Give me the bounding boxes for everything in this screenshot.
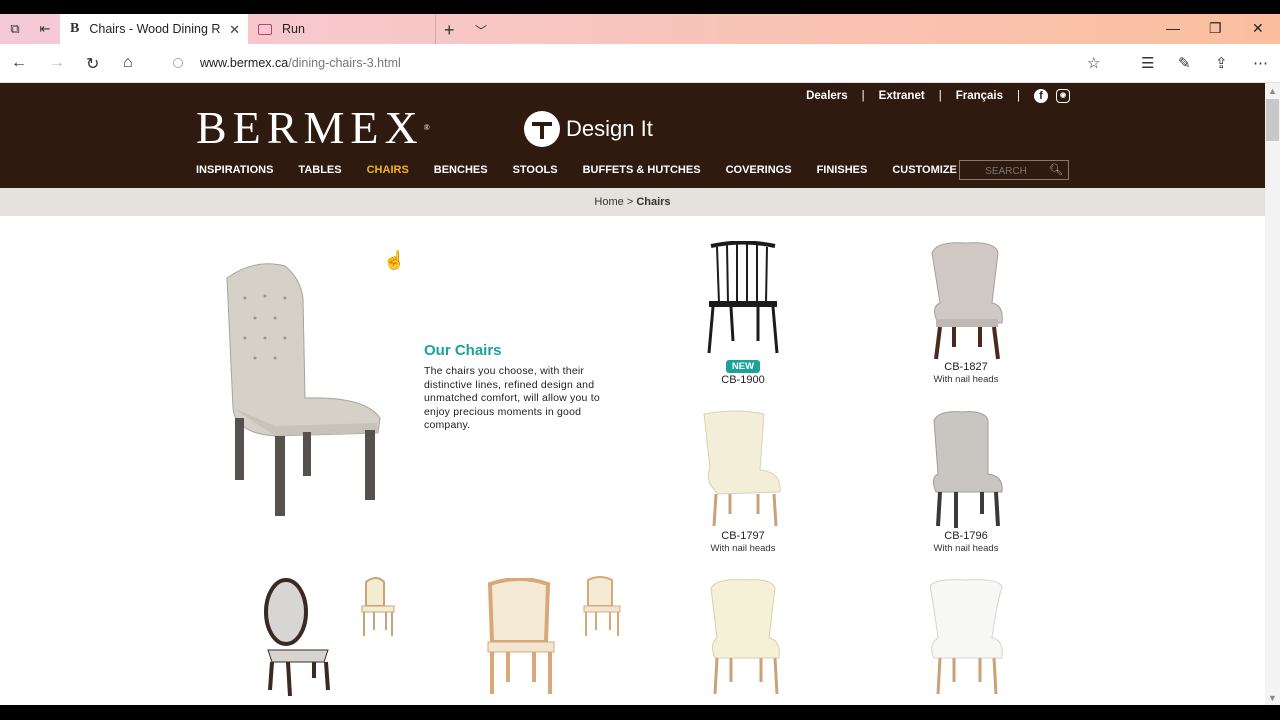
breadcrumb-home[interactable]: Home [594, 196, 623, 208]
web-page: BERMEX® Design It Dealers | Extranet | F… [0, 83, 1265, 705]
window-top-edge [0, 0, 1280, 14]
nav-chairs[interactable]: CHAIRS [367, 164, 409, 176]
separator: | [938, 90, 942, 102]
product-card[interactable]: CB-1797 With nail heads [673, 410, 813, 554]
url-host: www.bermex.ca [200, 56, 289, 70]
table-icon [524, 111, 560, 147]
nav-benches[interactable]: BENCHES [434, 164, 488, 176]
gray-tufted-chair-image [932, 411, 1003, 528]
intro-block: Our Chairs The chairs you choose, with t… [424, 342, 619, 433]
nav-finishes[interactable]: FINISHES [817, 164, 868, 176]
hero-chair-image [226, 263, 381, 516]
search-input[interactable] [960, 161, 1052, 181]
main-nav: INSPIRATIONS TABLES CHAIRS BENCHES STOOL… [196, 164, 982, 176]
scroll-up-icon[interactable]: ▲ [1268, 86, 1277, 96]
breadcrumb-current: Chairs [636, 196, 671, 208]
scroll-thumb[interactable] [1266, 99, 1279, 141]
browser-tab-bar: ⧉ ⇤ B Chairs - Wood Dining R ✕ Run + ﹀ —… [0, 14, 1280, 44]
chevron-down-icon[interactable]: ﹀ [475, 22, 487, 39]
url-field[interactable]: www.bermex.ca/dining-chairs-3.html [200, 56, 401, 70]
product-card[interactable]: CB-1827 With nail heads [896, 241, 1036, 385]
product-code: CB-1827 [944, 361, 988, 373]
intro-title: Our Chairs [424, 342, 502, 359]
nav-customize[interactable]: CUSTOMIZE [892, 164, 957, 176]
product-card[interactable]: NEW CB-1900 [673, 241, 813, 386]
restore-icon[interactable]: ❐ [1209, 20, 1222, 37]
address-toolbar: ← → ↻ ⌂ www.bermex.ca/dining-chairs-3.ht… [0, 44, 1280, 83]
favorite-star-icon[interactable]: ☆ [1087, 54, 1100, 72]
tab-chairs[interactable]: B Chairs - Wood Dining R ✕ [60, 14, 248, 44]
site-info-icon[interactable] [173, 58, 183, 68]
tab-favicon: B [70, 21, 80, 36]
window-icon [258, 23, 272, 35]
separator: | [1017, 90, 1020, 102]
design-it-link[interactable]: Design It [524, 111, 653, 147]
pen-icon[interactable]: ✎ [1178, 54, 1191, 72]
extranet-link[interactable]: Extranet [879, 90, 925, 102]
oval-back-chair-image [264, 578, 330, 697]
new-badge: NEW [725, 360, 761, 373]
product-code: CB-1796 [944, 530, 988, 542]
cream-tufted-chair-image [710, 579, 780, 695]
product-code: CB-1797 [721, 530, 765, 542]
refresh-icon[interactable]: ↻ [86, 54, 99, 74]
product-subtitle: With nail heads [710, 543, 776, 554]
search-box: 🔍︎ [959, 160, 1069, 181]
home-icon[interactable]: ⌂ [123, 54, 133, 72]
armchair-thumb-image [361, 577, 395, 636]
product-subtitle: With nail heads [933, 543, 999, 554]
tab-manager-icon[interactable]: ⧉ [7, 21, 23, 37]
tufted-chair-image [931, 242, 1003, 360]
window-bottom-edge [0, 705, 1280, 720]
search-icon[interactable]: 🔍︎ [1049, 163, 1063, 176]
cream-chair-image [703, 410, 781, 527]
intro-body: The chairs you choose, with their distin… [424, 365, 600, 431]
nav-tables[interactable]: TABLES [298, 164, 341, 176]
facebook-icon[interactable]: f [1034, 89, 1048, 103]
set-aside-tabs-icon[interactable]: ⇤ [37, 21, 53, 37]
new-tab-icon[interactable]: + [444, 20, 455, 41]
favorites-list-icon[interactable]: ☰ [1141, 54, 1154, 72]
nav-inspirations[interactable]: INSPIRATIONS [196, 164, 273, 176]
close-tab-icon[interactable]: ✕ [229, 22, 240, 38]
site-header: BERMEX® Design It Dealers | Extranet | F… [0, 83, 1265, 188]
white-wing-chair-image [929, 579, 1003, 695]
nav-stools[interactable]: STOOLS [513, 164, 558, 176]
back-icon[interactable]: ← [11, 54, 27, 72]
wood-frame-chair-image [487, 578, 555, 694]
share-icon[interactable]: ⇪ [1215, 54, 1228, 72]
hand-cursor-icon: ☝ [383, 250, 406, 270]
product-card[interactable]: CB-1796 With nail heads [896, 410, 1036, 554]
more-icon[interactable]: ⋯ [1253, 54, 1268, 72]
nav-coverings[interactable]: COVERINGS [726, 164, 792, 176]
url-path: /dining-chairs-3.html [288, 56, 401, 70]
minimize-icon[interactable]: — [1166, 20, 1180, 36]
windsor-chair-image [707, 241, 779, 354]
forward-icon[interactable]: → [49, 54, 65, 72]
product-code: CB-1900 [721, 374, 765, 386]
bermex-logo[interactable]: BERMEX® [196, 105, 430, 151]
wood-armchair-thumb-image [583, 576, 621, 636]
dealers-link[interactable]: Dealers [806, 90, 848, 102]
scroll-down-icon[interactable]: ▼ [1268, 693, 1277, 703]
close-window-icon[interactable]: ✕ [1252, 20, 1264, 37]
tab-title: Chairs - Wood Dining R [89, 22, 221, 36]
page-scrollbar[interactable]: ▲ ▼ [1265, 83, 1280, 705]
tab-run[interactable]: Run [250, 14, 436, 44]
francais-link[interactable]: Français [956, 90, 1003, 102]
top-links: Dealers | Extranet | Français | f ◉ [806, 89, 1070, 103]
tab-title: Run [282, 22, 305, 36]
breadcrumb: Home > Chairs [0, 188, 1265, 216]
design-it-label: Design It [566, 116, 653, 141]
instagram-icon[interactable]: ◉ [1056, 89, 1070, 103]
product-subtitle: With nail heads [933, 374, 999, 385]
separator: | [861, 90, 865, 102]
nav-buffets-hutches[interactable]: BUFFETS & HUTCHES [583, 164, 701, 176]
